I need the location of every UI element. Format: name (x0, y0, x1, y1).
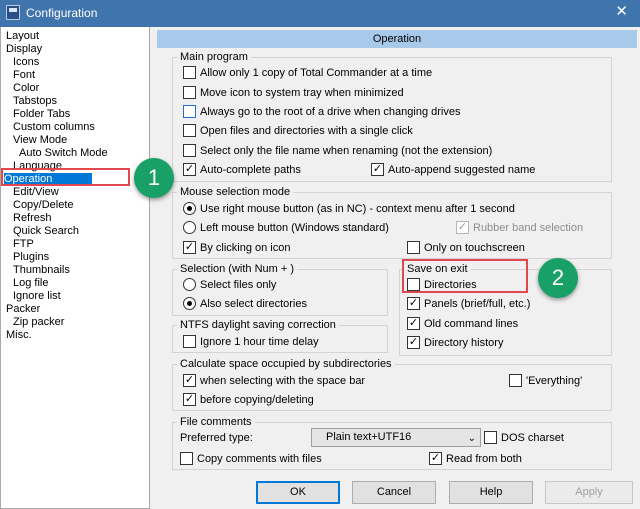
radio-button[interactable] (183, 220, 196, 234)
single-click-checkbox[interactable]: Open files and directories with a single… (183, 123, 413, 138)
tree-item-ftp[interactable]: FTP (13, 238, 34, 251)
tree-item-refresh[interactable]: Refresh (13, 212, 52, 225)
tree-item-tabstops[interactable]: Tabstops (13, 95, 57, 108)
tree-item-font[interactable]: Font (13, 69, 35, 82)
rename-filename-checkbox[interactable]: Select only the file name when renaming … (183, 143, 492, 158)
window-title: Configuration (26, 6, 98, 20)
tree-item-folder-tabs[interactable]: Folder Tabs (13, 108, 70, 121)
group-title: NTFS daylight saving correction (177, 318, 339, 332)
check-icon[interactable]: ✓ (429, 451, 442, 465)
dos-charset-checkbox[interactable]: DOS charset (484, 430, 564, 445)
tree-item-auto-switch-mode[interactable]: Auto Switch Mode (19, 147, 108, 160)
tree-item-log-file[interactable]: Log file (13, 277, 48, 290)
right-mouse-radio[interactable]: Use right mouse button (as in NC) - cont… (183, 201, 515, 216)
tree-item-thumbnails[interactable]: Thumbnails (13, 264, 70, 277)
ignore-hour-checkbox[interactable]: Ignore 1 hour time delay (183, 334, 319, 349)
tree-item-color[interactable]: Color (13, 82, 39, 95)
save-on-exit-highlight (402, 259, 528, 293)
also-select-dirs-radio[interactable]: Also select directories (183, 296, 307, 311)
checkbox-box[interactable] (183, 65, 196, 79)
rubber-band-checkbox[interactable]: ✓ Rubber band selection (456, 220, 583, 235)
tree-item-edit-view[interactable]: Edit/View (13, 186, 59, 199)
calc-space-bar-checkbox[interactable]: ✓ when selecting with the space bar (183, 373, 365, 388)
save-panels-checkbox[interactable]: ✓ Panels (brief/full, etc.) (407, 296, 530, 311)
tree-item-plugins[interactable]: Plugins (13, 251, 49, 264)
tree-item-packer[interactable]: Packer (6, 303, 40, 316)
check-icon[interactable]: ✓ (183, 162, 196, 176)
callout-badge-2: 2 (538, 258, 578, 298)
checkbox-box[interactable] (180, 451, 193, 465)
chevron-down-icon[interactable]: ⌄ (468, 430, 476, 447)
checkbox-box[interactable] (183, 85, 196, 99)
title-bar: Configuration ✕ (0, 0, 640, 27)
checkbox-box[interactable] (484, 430, 497, 444)
save-command-lines-checkbox[interactable]: ✓ Old command lines (407, 316, 518, 331)
tree-item-custom-columns[interactable]: Custom columns (13, 121, 95, 134)
tree-item-ignore-list[interactable]: Ignore list (13, 290, 61, 303)
radio-button[interactable] (183, 296, 196, 310)
check-icon[interactable]: ✓ (183, 240, 196, 254)
radio-button[interactable] (183, 201, 196, 215)
checkbox-box[interactable] (407, 240, 420, 254)
check-icon[interactable]: ✓ (456, 220, 469, 234)
settings-tree[interactable]: Layout Display Icons Font Color Tabstops… (0, 27, 150, 509)
check-icon[interactable]: ✓ (183, 392, 196, 406)
tree-item-view-mode[interactable]: View Mode (13, 134, 67, 147)
checkbox-box[interactable] (183, 334, 196, 348)
radio-button[interactable] (183, 277, 196, 291)
group-title: Calculate space occupied by subdirectori… (177, 357, 395, 371)
tree-item-zip-packer[interactable]: Zip packer (13, 316, 64, 329)
checkbox-box[interactable] (509, 373, 522, 387)
checkbox-box[interactable] (183, 143, 196, 157)
operation-highlight (1, 168, 130, 186)
checkbox-box[interactable] (183, 104, 196, 118)
apply-button[interactable]: Apply (545, 481, 633, 504)
check-icon[interactable]: ✓ (407, 296, 420, 310)
page-title: Operation (157, 30, 637, 48)
auto-complete-checkbox[interactable]: ✓ Auto-complete paths (183, 162, 301, 177)
group-title: Main program (177, 50, 251, 64)
tree-item-misc[interactable]: Misc. (6, 329, 32, 342)
check-icon[interactable]: ✓ (407, 316, 420, 330)
left-mouse-radio[interactable]: Left mouse button (Windows standard) (183, 220, 389, 235)
floppy-disk-icon (6, 5, 20, 20)
close-icon[interactable]: ✕ (615, 4, 628, 20)
tree-item-quick-search[interactable]: Quick Search (13, 225, 79, 238)
auto-append-checkbox[interactable]: ✓ Auto-append suggested name (371, 162, 535, 177)
save-dir-history-checkbox[interactable]: ✓ Directory history (407, 335, 503, 350)
check-icon[interactable]: ✓ (371, 162, 384, 176)
preferred-type-select[interactable]: Plain text+UTF16 ⌄ (311, 428, 481, 447)
checkbox-box[interactable] (183, 123, 196, 137)
root-of-drive-checkbox[interactable]: Always go to the root of a drive when ch… (183, 104, 460, 119)
tray-icon-checkbox[interactable]: Move icon to system tray when minimized (183, 85, 404, 100)
everything-checkbox[interactable]: 'Everything' (509, 373, 582, 388)
group-title: Mouse selection mode (177, 185, 294, 199)
group-title: Selection (with Num + ) (177, 262, 298, 276)
check-icon[interactable]: ✓ (407, 335, 420, 349)
group-title: File comments (177, 415, 255, 429)
cancel-button[interactable]: Cancel (352, 481, 436, 504)
preferred-type-value: Plain text+UTF16 (326, 431, 412, 443)
copy-comments-checkbox[interactable]: Copy comments with files (180, 451, 322, 466)
preferred-type-label: Preferred type: (180, 432, 253, 444)
touchscreen-checkbox[interactable]: Only on touchscreen (407, 240, 525, 255)
help-button[interactable]: Help (449, 481, 533, 504)
calc-before-copy-checkbox[interactable]: ✓ before copying/deleting (183, 392, 314, 407)
read-from-both-checkbox[interactable]: ✓ Read from both (429, 451, 522, 466)
allow-one-copy-checkbox[interactable]: Allow only 1 copy of Total Commander at … (183, 65, 432, 80)
ok-button[interactable]: OK (256, 481, 340, 504)
tree-item-icons[interactable]: Icons (13, 56, 39, 69)
tree-item-display[interactable]: Display (6, 43, 42, 56)
by-clicking-icon-checkbox[interactable]: ✓ By clicking on icon (183, 240, 291, 255)
callout-badge-1: 1 (134, 158, 174, 198)
tree-item-layout[interactable]: Layout (6, 30, 39, 43)
select-files-only-radio[interactable]: Select files only (183, 277, 276, 292)
tree-item-copy-delete[interactable]: Copy/Delete (13, 199, 74, 212)
check-icon[interactable]: ✓ (183, 373, 196, 387)
